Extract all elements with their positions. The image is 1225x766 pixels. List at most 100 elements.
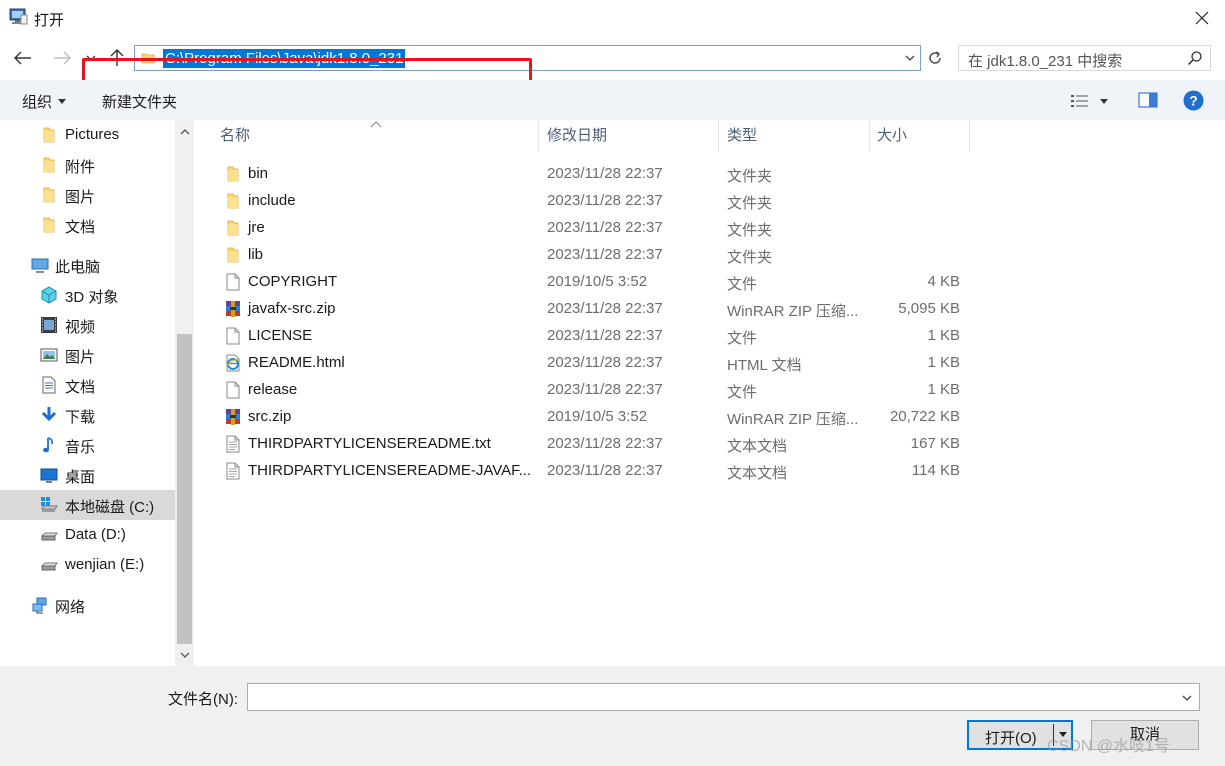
- file-name: bin: [248, 165, 269, 182]
- open-button-label: 打开(O): [985, 730, 1037, 747]
- arrow-left-icon: [14, 51, 31, 65]
- sidebar-item-label: Data (D:): [65, 526, 126, 543]
- this-pc-icon: [31, 256, 49, 274]
- help-icon[interactable]: ?: [1183, 90, 1204, 111]
- file-size: 1 KB: [927, 354, 960, 371]
- sidebar-item[interactable]: 音乐: [0, 430, 175, 460]
- address-bar[interactable]: C:\Program Files\Java\jdk1.8.0_231: [134, 45, 921, 71]
- file-row[interactable]: THIRDPARTYLICENSEREADME-JAVAF... 2023/11/…: [194, 458, 1225, 485]
- view-options-button[interactable]: [1070, 91, 1116, 111]
- back-button[interactable]: [10, 44, 36, 72]
- file-type: 文件夹: [727, 249, 773, 266]
- drive-icon: [40, 526, 58, 544]
- column-divider[interactable]: [969, 120, 970, 152]
- column-header-type[interactable]: 类型: [727, 120, 757, 152]
- filename-field[interactable]: [247, 683, 1200, 711]
- column-header-name[interactable]: 名称: [220, 120, 250, 152]
- navigation-pane: Pictures 附件 图片 文档 此电脑 3D 对象 视频 图片 文档 下载 音乐 桌面 本地磁盘 (…: [0, 120, 175, 666]
- arrow-right-icon: [54, 51, 71, 65]
- forward-button[interactable]: [49, 44, 75, 72]
- file-row[interactable]: include 2023/11/28 22:37 文件夹: [194, 188, 1225, 215]
- folder-icon: [224, 246, 242, 264]
- recent-locations-button[interactable]: [81, 44, 101, 72]
- sidebar-item[interactable]: 本地磁盘 (C:): [0, 490, 175, 520]
- organize-menu-button[interactable]: 组织: [22, 91, 67, 112]
- file-row[interactable]: README.html 2023/11/28 22:37 HTML 文档 1 KB: [194, 350, 1225, 377]
- app-icon: [9, 8, 28, 25]
- winrar-icon: [224, 300, 242, 318]
- folder-icon: [40, 156, 58, 174]
- filename-dropdown-button[interactable]: [1179, 690, 1195, 706]
- column-header-date[interactable]: 修改日期: [547, 120, 607, 152]
- file-row[interactable]: LICENSE 2023/11/28 22:37 文件 1 KB: [194, 323, 1225, 350]
- filename-label: 文件名(N):: [168, 691, 238, 708]
- sidebar-item-label: 视频: [65, 319, 96, 336]
- search-icon[interactable]: [1187, 50, 1203, 66]
- column-header-size[interactable]: 大小: [877, 120, 907, 152]
- sidebar-item[interactable]: Pictures: [0, 120, 175, 150]
- file-size: 1 KB: [927, 381, 960, 398]
- file-modified-date: 2023/11/28 22:37: [547, 354, 663, 371]
- file-name: COPYRIGHT: [248, 273, 338, 290]
- file-row[interactable]: lib 2023/11/28 22:37 文件夹: [194, 242, 1225, 269]
- file-modified-date: 2023/11/28 22:37: [547, 462, 663, 479]
- address-dropdown-button[interactable]: [902, 50, 918, 66]
- svg-text:?: ?: [1189, 93, 1198, 109]
- file-size: 1 KB: [927, 327, 960, 344]
- sidebar-item[interactable]: 网络: [0, 590, 175, 620]
- address-path[interactable]: C:\Program Files\Java\jdk1.8.0_231: [163, 49, 406, 68]
- file-type: 文件夹: [727, 195, 773, 212]
- file-icon: [224, 327, 242, 345]
- file-row[interactable]: release 2023/11/28 22:37 文件 1 KB: [194, 377, 1225, 404]
- network-icon: [31, 596, 49, 614]
- search-input[interactable]: 在 jdk1.8.0_231 中搜索: [958, 45, 1211, 71]
- file-row[interactable]: THIRDPARTYLICENSEREADME.txt 2023/11/28 22…: [194, 431, 1225, 458]
- file-modified-date: 2019/10/5 3:52: [547, 273, 648, 290]
- scroll-up-button[interactable]: [175, 120, 194, 142]
- search-placeholder: 在 jdk1.8.0_231 中搜索: [968, 53, 1123, 70]
- file-type: 文本文档: [727, 465, 788, 482]
- sidebar-item[interactable]: 图片: [0, 180, 175, 210]
- preview-pane-icon[interactable]: [1138, 91, 1158, 109]
- column-divider[interactable]: [538, 120, 539, 152]
- sidebar-item[interactable]: Data (D:): [0, 520, 175, 550]
- navigation-pane-scrollbar[interactable]: [175, 120, 194, 666]
- folder-icon: [40, 186, 58, 204]
- file-row[interactable]: COPYRIGHT 2019/10/5 3:52 文件 4 KB: [194, 269, 1225, 296]
- close-button[interactable]: [1179, 0, 1225, 36]
- sidebar-item-label: 3D 对象: [65, 289, 119, 306]
- column-divider[interactable]: [869, 120, 870, 152]
- sidebar-item-label: 音乐: [65, 439, 96, 456]
- sidebar-item[interactable]: wenjian (E:): [0, 550, 175, 580]
- file-row[interactable]: jre 2023/11/28 22:37 文件夹: [194, 215, 1225, 242]
- file-row[interactable]: javafx-src.zip 2023/11/28 22:37 WinRAR ZIP…: [194, 296, 1225, 323]
- refresh-button[interactable]: [922, 45, 948, 71]
- sidebar-item[interactable]: 桌面: [0, 460, 175, 490]
- file-name: javafx-src.zip: [248, 300, 336, 317]
- new-folder-button[interactable]: 新建文件夹: [102, 91, 177, 112]
- sidebar-item[interactable]: 视频: [0, 310, 175, 340]
- file-type: 文件: [727, 330, 758, 347]
- sidebar-item[interactable]: 图片: [0, 340, 175, 370]
- scrollbar-thumb[interactable]: [177, 334, 192, 644]
- file-name: src.zip: [248, 408, 292, 425]
- title-bar: 打开: [0, 0, 1225, 36]
- up-button[interactable]: [104, 44, 130, 72]
- sidebar-item[interactable]: 此电脑: [0, 250, 175, 280]
- file-row[interactable]: bin 2023/11/28 22:37 文件夹: [194, 161, 1225, 188]
- file-name: THIRDPARTYLICENSEREADME-JAVAF...: [248, 462, 532, 479]
- ie-html-icon: [224, 354, 242, 372]
- dialog-footer: 文件名(N): 打开(O) 取消 CSDN @水吱1号: [0, 666, 1225, 766]
- sidebar-item[interactable]: 文档: [0, 370, 175, 400]
- sidebar-item[interactable]: 下载: [0, 400, 175, 430]
- sidebar-item[interactable]: 附件: [0, 150, 175, 180]
- scroll-down-button[interactable]: [175, 644, 194, 666]
- folder-icon: [40, 216, 58, 234]
- 3d-objects-icon: [40, 286, 58, 304]
- file-icon: [224, 273, 242, 291]
- sidebar-item[interactable]: 3D 对象: [0, 280, 175, 310]
- sidebar-item-label: 附件: [65, 159, 96, 176]
- column-divider[interactable]: [718, 120, 719, 152]
- sidebar-item[interactable]: 文档: [0, 210, 175, 240]
- file-row[interactable]: src.zip 2019/10/5 3:52 WinRAR ZIP 压缩... 20,…: [194, 404, 1225, 431]
